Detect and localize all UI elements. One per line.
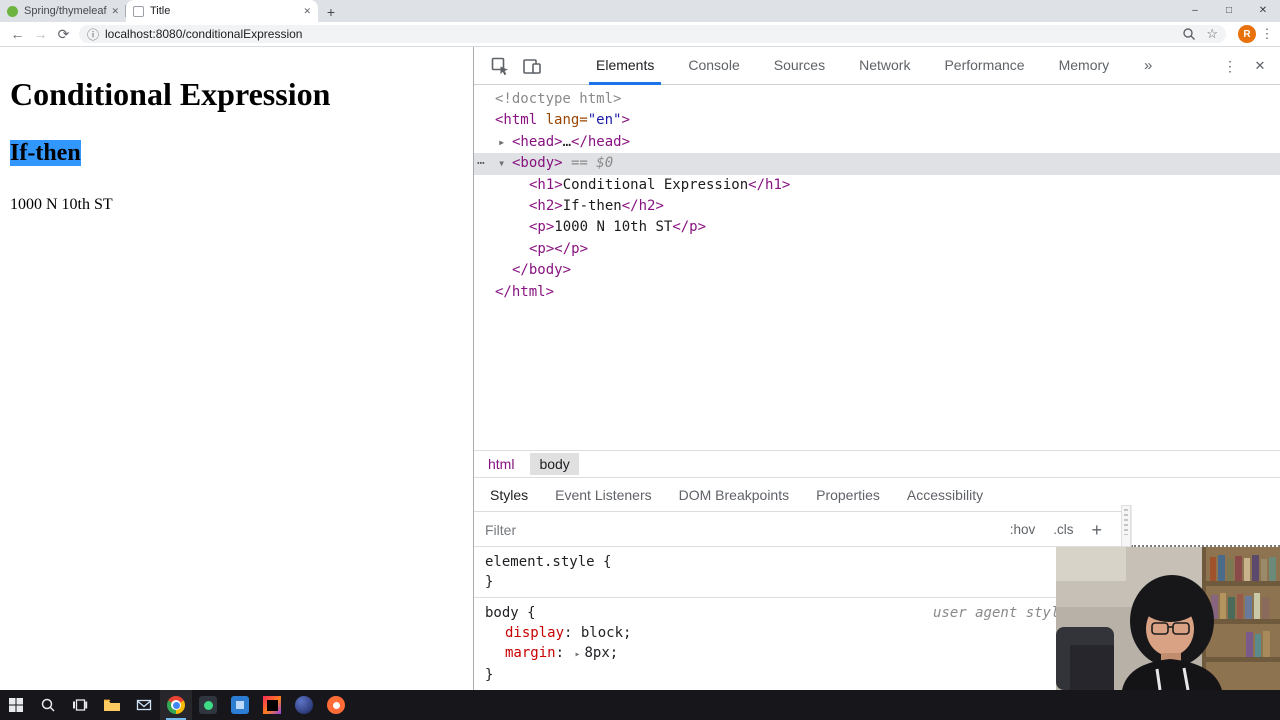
browser-menu-icon[interactable]: ⋮ [1260,26,1274,42]
profile-avatar[interactable]: R [1238,25,1256,43]
device-toolbar-icon[interactable] [516,50,548,82]
devtools-close-icon[interactable]: ✕ [1252,47,1268,85]
devtools-menu-icon[interactable]: ⋮ [1222,47,1238,85]
taskbar-green-app-button[interactable] [192,690,224,720]
sidebar-tab-accessibility[interactable]: Accessibility [907,487,983,503]
more-tabs-chevron-icon[interactable]: » [1144,47,1152,85]
inspect-element-icon[interactable] [484,50,516,82]
taskbar-intellij-button[interactable] [256,690,288,720]
dom-node-head[interactable]: ▸ <head>…</head> [474,132,1280,153]
reload-icon[interactable]: ⟳ [52,22,75,46]
spring-favicon-icon [7,5,18,17]
dom-node-doctype[interactable]: <!doctype html> [474,89,1280,110]
taskbar-start-button[interactable] [0,690,32,720]
browser-tab-strip: Spring/thymeleafexpressionsynt ✕ Title ✕… [0,0,1280,22]
dom-node-body[interactable]: ⋯ ▾ <body> == $0 [474,153,1280,175]
elements-tree: <!doctype html> <html lang="en"> ▸ <head>…<… [474,85,1280,450]
expand-arrow-icon[interactable]: ▸ [498,132,505,153]
css-selector[interactable]: element.style [485,554,595,570]
sidebar-tab-dom-breakpoints[interactable]: DOM Breakpoints [679,487,789,503]
breadcrumb-html[interactable]: html [482,453,520,475]
page-subheading: If-then [10,140,464,167]
url-text: localhost:8080/conditionalExpression [105,27,303,41]
page-info-icon[interactable]: ⓘ [87,26,99,43]
overlay-artifact-box [1131,505,1280,547]
browser-tab-spring[interactable]: Spring/thymeleafexpressionsynt ✕ [0,0,126,22]
devtools-tabs: Elements Console Sources Network Performance… [579,47,1126,85]
taskbar-mail-button[interactable] [128,690,160,720]
window-maximize-button[interactable]: □ [1212,0,1246,22]
omnibox[interactable]: ⓘ localhost:8080/conditionalExpression ☆ [79,25,1226,43]
devtools-tab-console[interactable]: Console [671,47,756,85]
pseudo-state-toggle[interactable]: :hov [1010,522,1036,537]
sidebar-tab-styles[interactable]: Styles [490,487,528,503]
taskbar-orange-app-button[interactable] [320,690,352,720]
page-favicon-icon [133,5,144,17]
dom-node-h1[interactable]: <h1>Conditional Expression</h1> [474,175,1280,196]
dom-node-html-open[interactable]: <html lang="en"> [474,110,1280,131]
webcam-overlay [1056,547,1280,690]
sidebar-tab-event-listeners[interactable]: Event Listeners [555,487,652,503]
zoom-icon[interactable] [1182,27,1196,41]
dom-node-body-close[interactable]: </body> [474,260,1280,281]
css-selector[interactable]: body [485,605,519,621]
devtools-tab-memory[interactable]: Memory [1042,47,1127,85]
browser-toolbar: ← → ⟳ ⓘ localhost:8080/conditionalExpres… [0,22,1280,47]
style-toggles: :hov .cls + [1010,521,1102,539]
browser-tab-title[interactable]: Title ✕ [126,0,318,22]
text-selection: If-then [10,140,81,166]
styles-filter-input[interactable] [474,521,1010,538]
devtools-tab-elements[interactable]: Elements [579,47,671,85]
new-tab-button[interactable]: + [318,2,344,22]
expand-arrow-icon[interactable]: ▸ [574,649,580,660]
devtools-toolbar: Elements Console Sources Network Performance… [474,47,1280,85]
taskbar-task-view-button[interactable] [64,690,96,720]
tab-close-icon[interactable]: ✕ [111,6,119,17]
dom-node-html-close[interactable]: </html> [474,282,1280,303]
sidebar-tab-properties[interactable]: Properties [816,487,880,503]
node-more-actions-icon[interactable]: ⋯ [477,153,486,174]
taskbar-blue-app-button[interactable] [224,690,256,720]
tab-close-icon[interactable]: ✕ [303,6,311,17]
window-close-button[interactable]: ✕ [1246,0,1280,22]
class-toggle[interactable]: .cls [1053,522,1073,537]
devtools-tab-performance[interactable]: Performance [927,47,1041,85]
taskbar-chrome-button[interactable] [160,690,192,720]
devtools-tab-sources[interactable]: Sources [757,47,842,85]
screen: Spring/thymeleafexpressionsynt ✕ Title ✕… [0,0,1280,720]
dom-node-p[interactable]: <p>1000 N 10th ST</p> [474,217,1280,238]
forward-icon[interactable]: → [29,22,52,46]
taskbar [0,690,1280,720]
window-minimize-button[interactable]: – [1178,0,1212,22]
page-title: Conditional Expression [10,76,331,112]
new-style-rule-button[interactable]: + [1091,521,1102,539]
taskbar-search-button[interactable] [32,690,64,720]
dom-node-h2[interactable]: <h2>If-then</h2> [474,196,1280,217]
dom-node-p-empty[interactable]: <p></p> [474,239,1280,260]
tab-label: Spring/thymeleafexpressionsynt [24,5,107,17]
taskbar-eclipse-button[interactable] [288,690,320,720]
styles-scrollbar[interactable] [1121,505,1131,547]
taskbar-file-explorer-button[interactable] [96,690,128,720]
back-icon[interactable]: ← [6,22,29,46]
breadcrumb: html body [474,450,1280,477]
devtools-tab-network[interactable]: Network [842,47,927,85]
breadcrumb-body[interactable]: body [530,453,579,475]
bookmark-star-icon[interactable]: ☆ [1206,26,1218,42]
page-paragraph: 1000 N 10th ST [10,196,113,213]
collapse-arrow-icon[interactable]: ▾ [498,153,505,174]
webcam-scene [1056,547,1280,690]
window-controls: – □ ✕ [1178,0,1280,22]
page-content: Conditional Expression If-then 1000 N 10… [0,47,472,690]
tab-label: Title [150,5,171,17]
